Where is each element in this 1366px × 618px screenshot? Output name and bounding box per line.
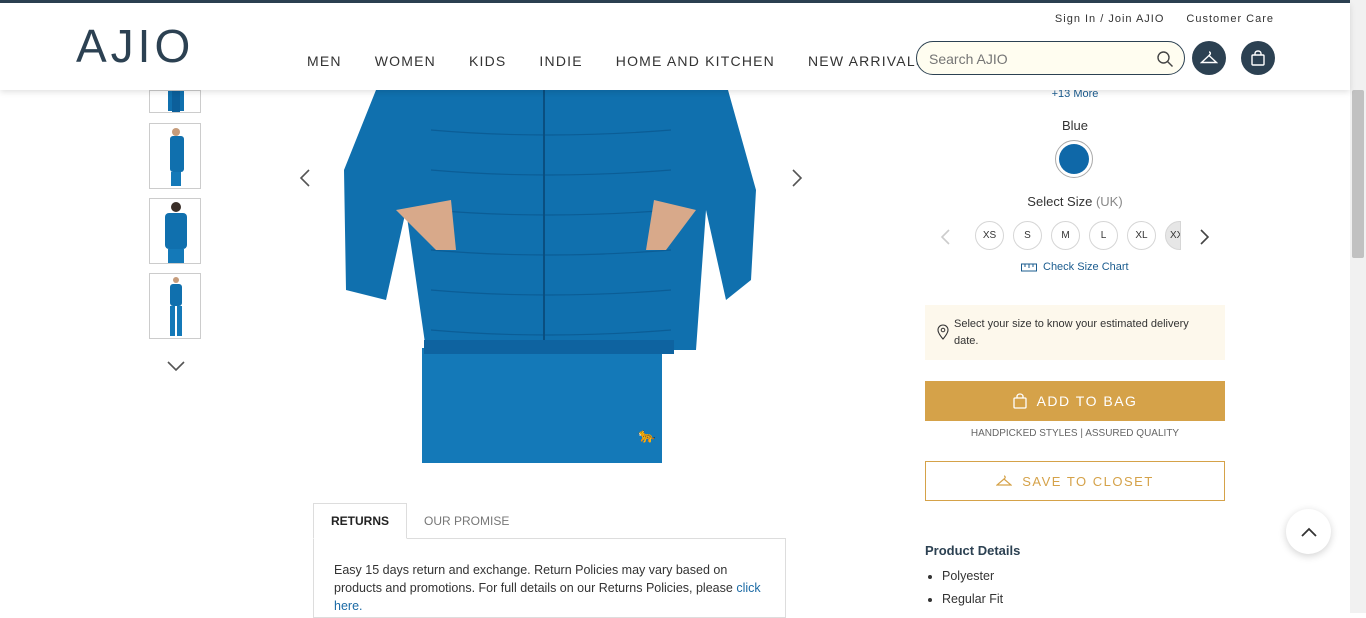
page-scrollbar-thumb[interactable] [1352, 90, 1364, 258]
header-top-links: Sign In / Join AJIO Customer Care [1055, 13, 1274, 25]
bag-icon [1012, 393, 1027, 409]
color-name: Blue [1061, 118, 1089, 133]
info-tabs: RETURNS OUR PROMISE [313, 503, 526, 539]
size-option-xs[interactable]: XS [975, 221, 1004, 250]
chevron-up-icon [1300, 527, 1317, 537]
search-box [916, 41, 1185, 75]
quality-tagline: HANDPICKED STYLES | ASSURED QUALITY [970, 428, 1180, 439]
select-size-label: Select Size [1027, 194, 1093, 209]
product-details-heading: Product Details [925, 543, 1021, 558]
bag-button[interactable] [1241, 41, 1275, 75]
tab-returns[interactable]: RETURNS [313, 503, 408, 539]
color-swatch-fill [1059, 144, 1089, 174]
search-input[interactable] [929, 49, 1149, 69]
hanger-icon [996, 475, 1013, 486]
size-option-l[interactable]: L [1089, 221, 1118, 250]
image-prev-icon[interactable] [296, 168, 316, 188]
size-prev-icon[interactable] [938, 228, 954, 246]
add-to-bag-label: ADD TO BAG [1036, 393, 1138, 409]
nav-home-and-kitchen[interactable]: HOME AND KITCHEN [616, 53, 775, 69]
ruler-icon [1021, 263, 1037, 272]
nav-new-arrivals[interactable]: NEW ARRIVALS [808, 53, 926, 69]
save-to-closet-label: SAVE TO CLOSET [1022, 473, 1154, 489]
size-next-icon[interactable] [1196, 228, 1212, 246]
size-chart-link[interactable]: Check Size Chart [1021, 261, 1129, 273]
select-size-heading: Select Size (UK) [925, 194, 1225, 209]
delivery-info-box: Select your size to know your estimated … [925, 305, 1225, 360]
nav-women[interactable]: WOMEN [375, 53, 436, 69]
location-pin-icon [937, 324, 949, 340]
nav-indie[interactable]: INDIE [539, 53, 582, 69]
size-unit: (UK) [1095, 194, 1123, 209]
nav-men[interactable]: MEN [307, 53, 342, 69]
tab-our-promise[interactable]: OUR PROMISE [407, 503, 526, 539]
size-option-m[interactable]: M [1051, 221, 1080, 250]
thumbnail-4[interactable] [149, 273, 201, 339]
closet-button[interactable] [1192, 41, 1226, 75]
ajio-logo[interactable]: AJIO [76, 23, 194, 69]
delivery-note: Select your size to know your estimated … [954, 318, 1189, 347]
thumbnail-scroll-down-icon[interactable] [166, 358, 186, 374]
svg-text:🐆: 🐆 [638, 427, 656, 444]
size-options: XS S M L XL XX [975, 221, 1181, 250]
size-option-s[interactable]: S [1013, 221, 1042, 250]
bag-icon [1251, 50, 1265, 66]
returns-panel: Easy 15 days return and exchange. Return… [313, 538, 786, 618]
image-next-icon[interactable] [786, 168, 806, 188]
thumbnail-3[interactable] [149, 198, 201, 264]
customer-care-link[interactable]: Customer Care [1186, 13, 1274, 25]
main-nav: MEN WOMEN KIDS INDIE HOME AND KITCHEN NE… [307, 53, 926, 69]
product-main-image: 🐆 [336, 90, 768, 463]
thumbnail-2[interactable] [149, 123, 201, 189]
size-option-xxl[interactable]: XX [1165, 221, 1181, 250]
product-details-list: Polyester Regular Fit [942, 569, 1003, 615]
search-icon[interactable] [1156, 50, 1174, 68]
size-option-xl[interactable]: XL [1127, 221, 1156, 250]
detail-item: Polyester [942, 569, 1003, 592]
nav-kids[interactable]: KIDS [469, 53, 506, 69]
size-chart-label: Check Size Chart [1043, 261, 1129, 273]
save-to-closet-button[interactable]: SAVE TO CLOSET [925, 461, 1225, 501]
color-swatch-blue[interactable] [1055, 140, 1093, 178]
hanger-icon [1200, 51, 1218, 64]
returns-text: Easy 15 days return and exchange. Return… [334, 563, 733, 595]
site-header: AJIO Sign In / Join AJIO Customer Care M… [0, 3, 1350, 90]
scroll-to-top-button[interactable] [1286, 509, 1331, 554]
add-to-bag-button[interactable]: ADD TO BAG [925, 381, 1225, 421]
thumbnail-1[interactable] [149, 90, 201, 113]
sign-in-link[interactable]: Sign In / Join AJIO [1055, 13, 1165, 25]
detail-item: Regular Fit [942, 592, 1003, 615]
